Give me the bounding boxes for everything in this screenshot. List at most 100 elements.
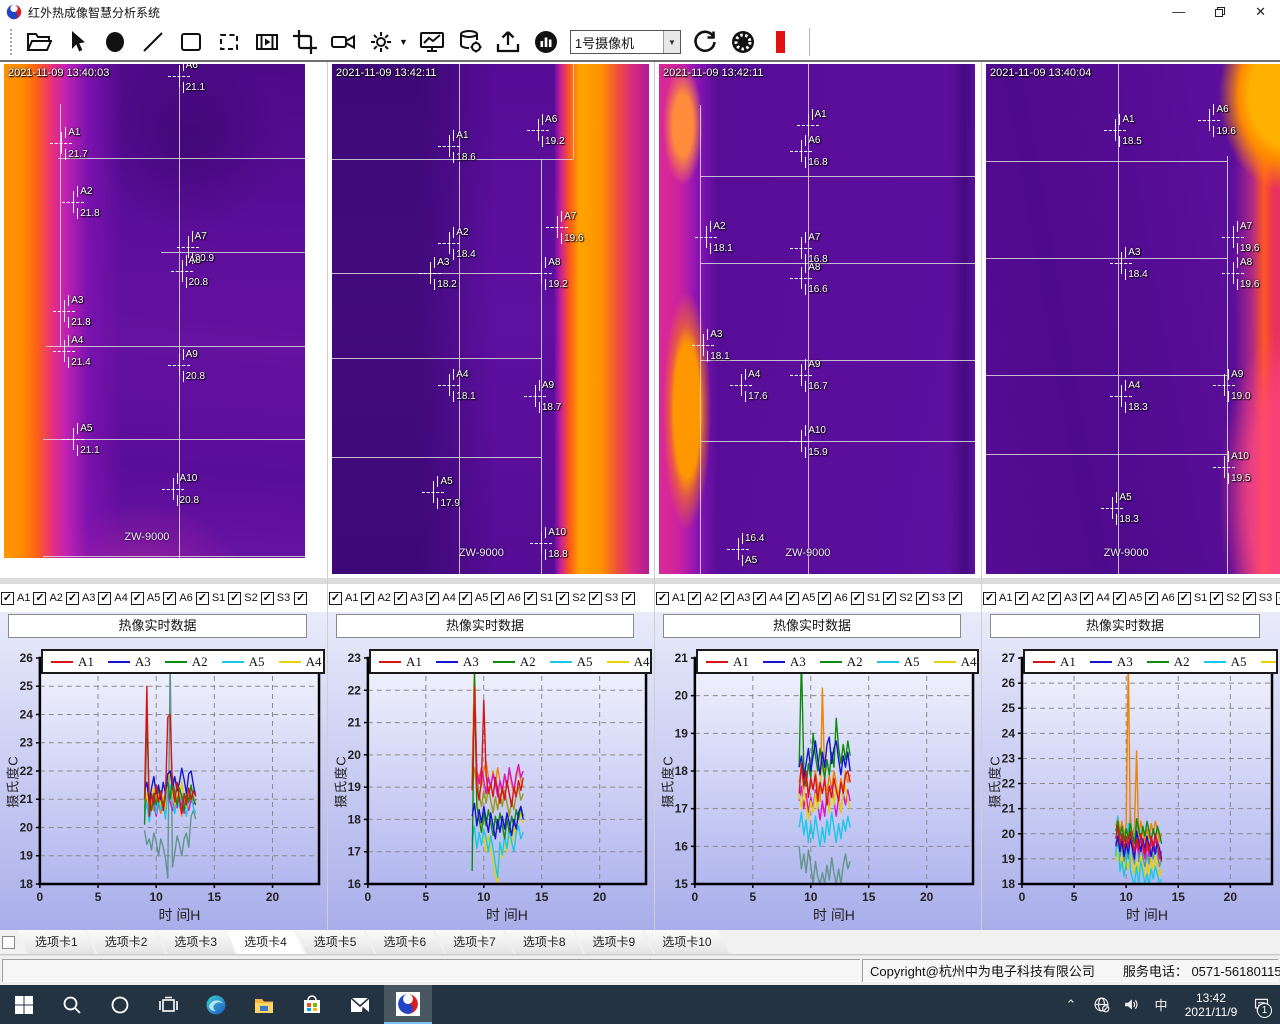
tab-8[interactable]: 选项卡8 (505, 930, 584, 954)
settings-dropdown-icon[interactable]: ▼ (399, 37, 408, 47)
camera-select-arrow-icon[interactable]: ▼ (663, 31, 680, 53)
checkbox-a5[interactable]: ✓A5 (786, 592, 815, 605)
mail-icon[interactable] (336, 985, 384, 1024)
checkbox-a4[interactable]: ✓A4 (426, 592, 455, 605)
restore-button[interactable] (1215, 7, 1225, 17)
point-value: 17.6 (745, 391, 767, 402)
checkbox-a2[interactable]: ✓A2 (1015, 592, 1044, 605)
checkbox-s1[interactable]: ✓S1 (524, 592, 553, 605)
export-upload-icon[interactable] (494, 28, 522, 56)
checkbox-label: S3 (932, 592, 945, 604)
statistics-icon[interactable] (532, 28, 560, 56)
checkbox-s1[interactable]: ✓S1 (1178, 592, 1207, 605)
checkbox-a6[interactable]: ✓A6 (163, 592, 192, 605)
thermal-frame[interactable]: 2021-11-09 13:40:03A121.7A621.1A221.8A72… (4, 64, 305, 558)
checkbox-a1[interactable]: ✓A1 (983, 592, 1012, 605)
checkbox-a2[interactable]: ✓A2 (361, 592, 390, 605)
checkbox-a3[interactable]: ✓A3 (66, 592, 95, 605)
checkbox-a5[interactable]: ✓A5 (131, 592, 160, 605)
close-button[interactable]: ✕ (1255, 0, 1266, 24)
thermal-frame[interactable]: 2021-11-09 13:42:11A118.6A619.2A218.4A31… (332, 64, 649, 574)
checkbox-a2[interactable]: ✓A2 (688, 592, 717, 605)
checkbox-a6[interactable]: ✓A6 (818, 592, 847, 605)
point-label: A1 (453, 130, 468, 141)
legend-label: A3 (790, 654, 806, 670)
tab-5[interactable]: 选项卡5 (296, 930, 375, 954)
settings-gear-icon[interactable] (367, 28, 395, 56)
checkbox-s1[interactable]: ✓S1 (196, 592, 225, 605)
checkbox-a5[interactable]: ✓A5 (459, 592, 488, 605)
hidden-icons-chevron[interactable]: ⌃ (1058, 985, 1084, 1024)
draw-region-icon[interactable] (215, 28, 243, 56)
checkbox-a4[interactable]: ✓A4 (753, 592, 782, 605)
open-file-icon[interactable] (25, 28, 53, 56)
tab-9[interactable]: 选项卡9 (575, 930, 654, 954)
device-chip-icon[interactable] (729, 28, 757, 56)
draw-line-icon[interactable] (139, 28, 167, 56)
checkbox-icon: ✓ (1243, 592, 1256, 605)
camera-select[interactable]: 1号摄像机 ▼ (570, 30, 681, 54)
draw-rect-icon[interactable] (177, 28, 205, 56)
chart-monitor-icon[interactable] (418, 28, 446, 56)
checkbox-a3[interactable]: ✓A3 (1048, 592, 1077, 605)
video-camera-icon[interactable] (329, 28, 357, 56)
network-globe-icon[interactable] (1088, 985, 1114, 1024)
edge-browser-icon[interactable] (192, 985, 240, 1024)
video-play-icon[interactable] (253, 28, 281, 56)
checkbox-s3[interactable]: ✓S3 (916, 592, 945, 605)
start-button[interactable] (0, 985, 48, 1024)
checkbox-s3[interactable]: ✓S3 (589, 592, 618, 605)
action-center-icon[interactable]: 1 (1248, 985, 1274, 1024)
checkbox-s2[interactable]: ✓S2 (228, 592, 257, 605)
checkbox-a5[interactable]: ✓A5 (1113, 592, 1142, 605)
cross-v-icon (182, 260, 183, 282)
checkbox-s2[interactable]: ✓S2 (556, 592, 585, 605)
checkbox-s3[interactable]: ✓S3 (1243, 592, 1272, 605)
refresh-icon[interactable] (691, 28, 719, 56)
clock[interactable]: 13:42 2021/11/9 (1178, 991, 1244, 1019)
tab-4[interactable]: 选项卡4 (226, 930, 305, 954)
tab-7[interactable]: 选项卡7 (435, 930, 514, 954)
stop-record-icon[interactable] (767, 28, 795, 56)
checkbox-a6[interactable]: ✓A6 (1145, 592, 1174, 605)
checkbox-a1[interactable]: ✓A1 (329, 592, 358, 605)
chart-legend: A1A3A2A5A4S1 (1023, 649, 1278, 674)
checkbox-a1[interactable]: ✓A1 (1, 592, 30, 605)
tab-3[interactable]: 选项卡3 (156, 930, 235, 954)
checkbox-a2[interactable]: ✓A2 (33, 592, 62, 605)
camera-panel-3: 2021-11-09 13:42:11A1A616.8A218.1A716.8A… (655, 62, 982, 930)
checkbox-s2[interactable]: ✓S2 (883, 592, 912, 605)
checkbox-s1[interactable]: ✓S1 (851, 592, 880, 605)
ime-indicator[interactable]: 中 (1148, 985, 1174, 1024)
checkbox-s3[interactable]: ✓S3 (261, 592, 290, 605)
task-view-icon[interactable] (144, 985, 192, 1024)
tab-scroll-box[interactable] (2, 936, 15, 949)
cross-v-icon (801, 430, 802, 452)
minimize-button[interactable]: — (1172, 0, 1185, 24)
tab-1[interactable]: 选项卡1 (17, 930, 96, 954)
select-cursor-icon[interactable] (63, 28, 91, 56)
search-icon[interactable] (48, 985, 96, 1024)
crop-icon[interactable] (291, 28, 319, 56)
tab-2[interactable]: 选项卡2 (87, 930, 166, 954)
tab-6[interactable]: 选项卡6 (365, 930, 444, 954)
draw-circle-icon[interactable] (101, 28, 129, 56)
checkbox-a1[interactable]: ✓A1 (656, 592, 685, 605)
checkbox-a6[interactable]: ✓A6 (491, 592, 520, 605)
checkbox-a3[interactable]: ✓A3 (721, 592, 750, 605)
legend-line-icon (763, 661, 785, 663)
tab-10[interactable]: 选项卡10 (644, 930, 729, 954)
ms-store-icon[interactable] (288, 985, 336, 1024)
checkbox-s2[interactable]: ✓S2 (1210, 592, 1239, 605)
database-settings-icon[interactable] (456, 28, 484, 56)
taskbar-app-thermal[interactable] (384, 985, 432, 1024)
volume-icon[interactable] (1118, 985, 1144, 1024)
file-explorer-icon[interactable] (240, 985, 288, 1024)
thermal-frame[interactable]: 2021-11-09 13:40:04A118.5A619.6A318.4A71… (986, 64, 1280, 574)
checkbox-a3[interactable]: ✓A3 (394, 592, 423, 605)
checkbox-a4[interactable]: ✓A4 (1080, 592, 1109, 605)
checkbox-a4[interactable]: ✓A4 (98, 592, 127, 605)
thermal-frame[interactable]: 2021-11-09 13:42:11A1A616.8A218.1A716.8A… (659, 64, 975, 574)
cortana-icon[interactable] (96, 985, 144, 1024)
checkbox-label: A1 (17, 592, 30, 604)
